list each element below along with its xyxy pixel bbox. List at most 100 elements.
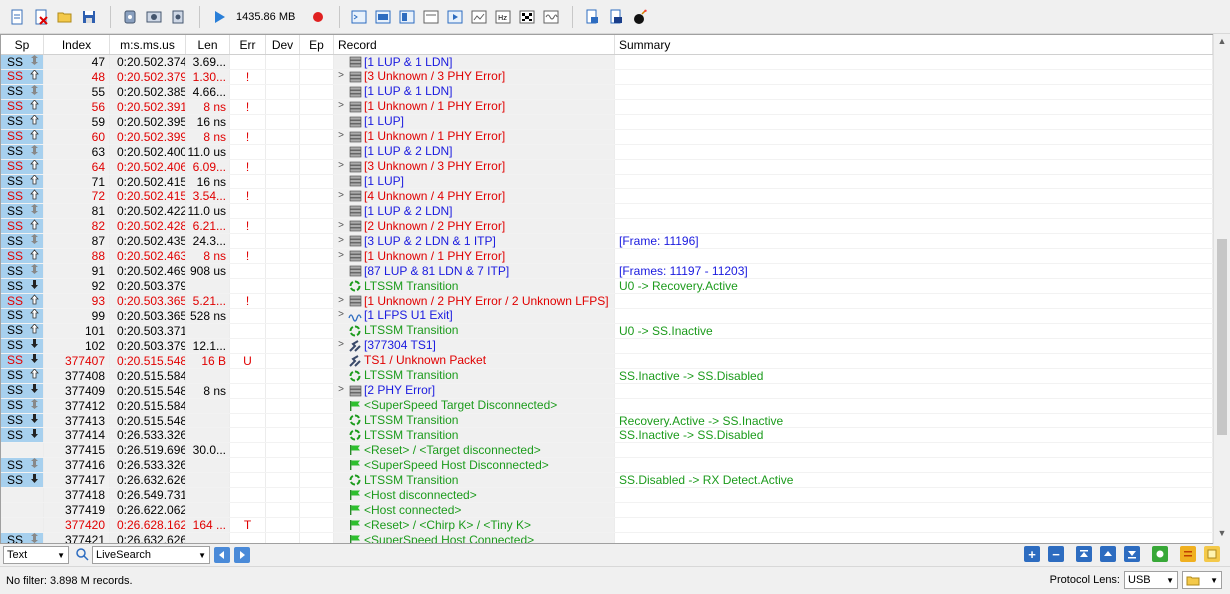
expand-chevron-icon[interactable]: > xyxy=(334,234,348,248)
protocol-lens-select[interactable]: USB ▼ xyxy=(1124,571,1178,589)
col-time-header[interactable]: m:s.ms.us xyxy=(110,35,186,54)
row-speed xyxy=(1,518,44,532)
row-error: ! xyxy=(230,294,266,308)
table-row[interactable]: SS 91 0:20.502.469 908 us [87 LUP & 81 LDN &… xyxy=(1,264,1213,280)
view-grid-icon[interactable] xyxy=(516,6,538,28)
close-file-icon[interactable] xyxy=(30,6,52,28)
table-row[interactable]: SS 63 0:20.502.400 11.0 us [1 LUP & 2 LDN] xyxy=(1,144,1213,160)
table-row[interactable]: SS 48 0:20.502.379 1.30...! > [3 Unknown / 3 … xyxy=(1,69,1213,85)
table-row[interactable]: SS 101 0:20.503.371 LTSSM Transition U0 -> S… xyxy=(1,323,1213,339)
table-row[interactable]: SS 377409 0:20.515.548 8 ns > [2 PHY Error] xyxy=(1,383,1213,399)
view-wave-icon[interactable] xyxy=(540,6,562,28)
export-icon[interactable] xyxy=(581,6,603,28)
live-search-input[interactable]: LiveSearch ▼ xyxy=(92,546,210,564)
expand-chevron-icon[interactable]: > xyxy=(334,100,348,114)
table-row[interactable]: SS 102 0:20.503.379 12.1... > [377304 TS1] xyxy=(1,338,1213,354)
search-mode-select[interactable]: Text ▼ xyxy=(3,546,69,564)
col-sp-header[interactable]: Sp xyxy=(1,35,44,54)
expand-chevron-icon[interactable]: > xyxy=(334,339,348,353)
device-settings-icon[interactable] xyxy=(167,6,189,28)
go-top-icon[interactable] xyxy=(1076,546,1092,562)
expand-chevron-icon[interactable]: > xyxy=(334,309,348,323)
table-row[interactable]: SS 72 0:20.502.415 3.54...! > [4 Unknown / 4 … xyxy=(1,189,1213,205)
table-row[interactable]: 377418 0:26.549.731 <Host disconnected> xyxy=(1,488,1213,504)
vertical-scrollbar[interactable]: ▲ ▼ xyxy=(1213,34,1229,544)
view-6-icon[interactable] xyxy=(468,6,490,28)
table-row[interactable]: 377415 0:26.519.696 30.0... <Reset> / <Targ… xyxy=(1,443,1213,459)
row-speed: SS xyxy=(1,84,44,99)
table-row[interactable]: SS 88 0:20.502.463 8 ns! > [1 Unknown / 1 PHY… xyxy=(1,249,1213,265)
col-index-header[interactable]: Index xyxy=(44,35,110,54)
table-row[interactable]: SS 60 0:20.502.399 8 ns! > [1 Unknown / 1 PHY… xyxy=(1,129,1213,145)
table-row[interactable]: SS 55 0:20.502.385 4.66... [1 LUP & 1 LDN] xyxy=(1,84,1213,100)
expand-chevron-icon[interactable]: > xyxy=(334,130,348,144)
table-row[interactable]: SS 92 0:20.503.379 LTSSM Transition U0 -> Re… xyxy=(1,279,1213,294)
table-row[interactable]: SS 377407 0:20.515.548 16 B U TS1 / Unknown P… xyxy=(1,353,1213,369)
view-2-icon[interactable] xyxy=(372,6,394,28)
mark-icon[interactable] xyxy=(1152,546,1168,562)
table-row[interactable]: SS 377412 0:20.515.584 <SuperSpeed Target D… xyxy=(1,398,1213,414)
col-len-header[interactable]: Len xyxy=(186,35,230,54)
table-row[interactable]: 377419 0:26.622.062 <Host connected> xyxy=(1,503,1213,519)
table-row[interactable]: SS 82 0:20.502.428 6.21...! > [2 Unknown / 2 … xyxy=(1,219,1213,235)
row-endpoint xyxy=(300,279,334,293)
live-search-value: LiveSearch xyxy=(96,549,152,561)
record-icon[interactable] xyxy=(307,6,329,28)
table-row[interactable]: SS 93 0:20.503.365 5.21...! > [1 Unknown / 2 … xyxy=(1,294,1213,309)
table-row[interactable]: SS 47 0:20.502.374 3.69... [1 LUP & 1 LDN] xyxy=(1,55,1213,70)
table-row[interactable]: SS 59 0:20.502.395 16 ns [1 LUP] xyxy=(1,114,1213,130)
collapse-all-icon[interactable]: − xyxy=(1048,546,1064,562)
expand-chevron-icon[interactable]: > xyxy=(334,70,348,84)
settings-icon[interactable] xyxy=(143,6,165,28)
search-next-button[interactable] xyxy=(234,547,250,563)
expand-chevron-icon[interactable]: > xyxy=(334,160,348,174)
new-file-icon[interactable] xyxy=(6,6,28,28)
table-row[interactable]: SS 377408 0:20.515.584 LTSSM Transition SS.I… xyxy=(1,368,1213,384)
table-row[interactable]: SS 56 0:20.502.391 8 ns! > [1 Unknown / 1 PHY… xyxy=(1,99,1213,115)
view-3-icon[interactable] xyxy=(396,6,418,28)
bomb-icon[interactable] xyxy=(629,6,651,28)
table-row[interactable]: 377420 0:26.628.162 164 ... T <Reset> / <Chi… xyxy=(1,518,1213,533)
table-row[interactable]: SS 377413 0:20.515.548 LTSSM Transition Reco… xyxy=(1,413,1213,429)
table-row[interactable]: SS 377414 0:26.533.326 LTSSM Transition SS.I… xyxy=(1,428,1213,444)
col-ep-header[interactable]: Ep xyxy=(300,35,334,54)
col-summary-header[interactable]: Summary xyxy=(615,35,1213,54)
scroll-thumb[interactable] xyxy=(1217,239,1227,435)
save-icon[interactable] xyxy=(78,6,100,28)
scroll-down-icon[interactable]: ▼ xyxy=(1214,528,1230,542)
open-folder-icon[interactable] xyxy=(54,6,76,28)
expand-chevron-icon[interactable]: > xyxy=(334,384,348,398)
col-dev-header[interactable]: Dev xyxy=(266,35,300,54)
scroll-up-icon[interactable]: ▲ xyxy=(1214,36,1230,50)
speed-label: SS xyxy=(7,428,24,442)
table-row[interactable]: SS 81 0:20.502.422 11.0 us [1 LUP & 2 LDN] xyxy=(1,204,1213,220)
go-bottom-icon[interactable] xyxy=(1124,546,1140,562)
lens-options-button[interactable]: ▼ xyxy=(1182,571,1222,589)
table-row[interactable]: SS 71 0:20.502.415 16 ns [1 LUP] xyxy=(1,174,1213,190)
table-row[interactable]: SS 377421 0:26.632.626 <SuperSpeed Host Con… xyxy=(1,533,1213,543)
table-row[interactable]: SS 377417 0:26.632.626 LTSSM Transition SS.D… xyxy=(1,473,1213,489)
view-4-icon[interactable] xyxy=(420,6,442,28)
view-5-icon[interactable] xyxy=(444,6,466,28)
go-up-icon[interactable] xyxy=(1100,546,1116,562)
notes-icon[interactable] xyxy=(1204,546,1220,562)
view-1-icon[interactable] xyxy=(348,6,370,28)
record-ltssm-icon xyxy=(348,429,362,441)
col-err-header[interactable]: Err xyxy=(230,35,266,54)
expand-chevron-icon[interactable]: > xyxy=(334,249,348,263)
bookmark-icon[interactable] xyxy=(1180,546,1196,562)
expand-chevron-icon[interactable]: > xyxy=(334,189,348,203)
table-row[interactable]: SS 87 0:20.502.435 24.3... > [3 LUP & 2 LDN &… xyxy=(1,234,1213,250)
table-row[interactable]: SS 99 0:20.503.365 528 ns > [1 LFPS U1 Exit] xyxy=(1,308,1213,324)
search-prev-button[interactable] xyxy=(214,547,230,563)
play-icon[interactable] xyxy=(208,6,230,28)
view-hz-icon[interactable]: Hz xyxy=(492,6,514,28)
table-row[interactable]: SS 377416 0:26.533.326 <SuperSpeed Host Dis… xyxy=(1,458,1213,474)
expand-chevron-icon[interactable]: > xyxy=(334,219,348,233)
export-2-icon[interactable] xyxy=(605,6,627,28)
table-row[interactable]: SS 64 0:20.502.406 6.09...! > [3 Unknown / 3 … xyxy=(1,159,1213,175)
expand-all-icon[interactable]: + xyxy=(1024,546,1040,562)
expand-chevron-icon[interactable]: > xyxy=(334,294,348,308)
col-record-header[interactable]: Record xyxy=(334,35,615,54)
device-icon[interactable] xyxy=(119,6,141,28)
